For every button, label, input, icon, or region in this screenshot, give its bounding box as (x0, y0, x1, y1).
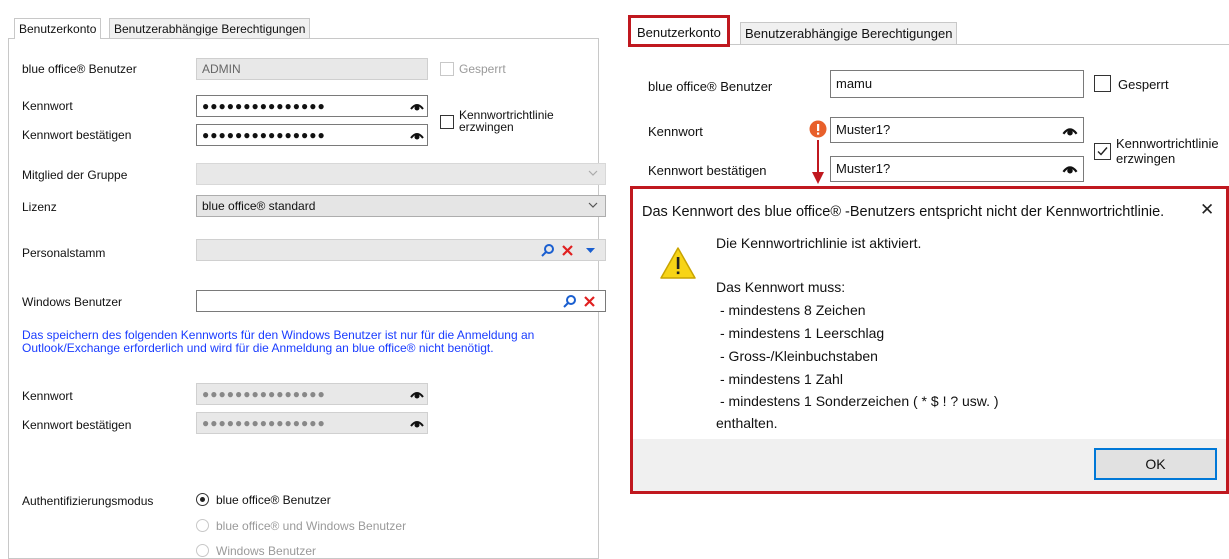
locked-checkbox[interactable] (1094, 75, 1111, 92)
confirm-label: Kennwort bestätigen (648, 163, 767, 178)
password-field[interactable]: ●●●●●●●●●●●●●●● (196, 95, 428, 117)
auth-option-label: blue office® Benutzer (216, 493, 331, 507)
user-field[interactable]: mamu (830, 70, 1084, 98)
group-label: Mitglied der Gruppe (22, 168, 128, 182)
tab-benutzerkonto-right[interactable]: Benutzerkonto (628, 15, 730, 47)
windows-user-field[interactable] (196, 290, 606, 312)
tab-berechtigungen-left[interactable]: Benutzerabhängige Berechtigungen (109, 18, 311, 39)
tab-berechtigungen-right[interactable]: Benutzerabhängige Berechtigungen (740, 22, 958, 45)
win-confirm-label: Kennwort bestätigen (22, 418, 132, 432)
locked-label: Gesperrt (459, 62, 506, 76)
clear-x-icon[interactable] (584, 296, 595, 307)
windows-user-label: Windows Benutzer (22, 295, 123, 309)
confirm-field[interactable]: Muster1? (830, 156, 1084, 182)
search-icon[interactable] (563, 294, 577, 308)
password-label: Kennwort (648, 124, 703, 139)
tab-benutzerkonto-left[interactable]: Benutzerkonto (14, 18, 102, 39)
chevron-down-icon (588, 170, 598, 176)
license-select[interactable]: blue office® standard (196, 195, 606, 217)
policy-checkbox[interactable] (440, 115, 454, 129)
password-field[interactable]: Muster1? (830, 117, 1084, 143)
locked-label: Gesperrt (1118, 77, 1169, 92)
dialog-line-must: Das Kennwort muss: (716, 279, 846, 295)
dialog-close-button[interactable]: ✕ (1200, 200, 1214, 220)
dialog-title: Das Kennwort des blue office® -Benutzers… (642, 204, 1165, 220)
win-password-field[interactable]: ●●●●●●●●●●●●●●● (196, 383, 428, 405)
personnel-label: Personalstamm (22, 246, 106, 260)
auth-radio-blueoffice[interactable] (196, 493, 209, 506)
dropdown-triangle-icon[interactable] (586, 248, 595, 254)
license-label: Lizenz (22, 200, 57, 214)
policy-label: Kennwortrichtlinie erzwingen (1116, 136, 1219, 166)
eye-icon[interactable] (1062, 125, 1078, 136)
dialog-rule: - Gross-/Kleinbuchstaben (720, 348, 878, 364)
policy-checkbox-checked[interactable] (1094, 143, 1111, 160)
auth-mode-label: Authentifizierungsmodus (22, 494, 154, 508)
eye-icon[interactable] (410, 130, 424, 140)
user-label: blue office® Benutzer (648, 79, 773, 94)
eye-icon[interactable] (410, 418, 424, 428)
dialog-rule: - mindestens 1 Zahl (720, 371, 843, 387)
user-label: blue office® Benutzer (22, 62, 137, 76)
dialog-rule: - mindestens 1 Leerschlag (720, 325, 885, 341)
confirm-label: Kennwort bestätigen (22, 128, 132, 142)
checkmark-icon (1097, 147, 1108, 156)
ok-button[interactable]: OK (1094, 448, 1217, 480)
auth-option-label: Windows Benutzer (216, 544, 317, 558)
eye-icon[interactable] (1062, 163, 1078, 174)
eye-icon[interactable] (410, 389, 424, 399)
confirm-field[interactable]: ●●●●●●●●●●●●●●● (196, 124, 428, 146)
clear-x-icon[interactable] (562, 245, 573, 256)
chevron-down-icon (588, 202, 598, 208)
arrow-annotation-icon (812, 140, 824, 184)
auth-radio-windows[interactable] (196, 544, 209, 557)
eye-icon[interactable] (410, 101, 424, 111)
search-icon[interactable] (541, 243, 555, 257)
dialog-rule: - mindestens 8 Zeichen (720, 302, 866, 318)
policy-label: Kennwortrichtlinie erzwingen (459, 108, 554, 134)
error-icon (809, 120, 827, 138)
auth-option-label: blue office® und Windows Benutzer (216, 519, 407, 533)
dialog-line-end: enthalten. (716, 415, 778, 431)
group-select[interactable] (196, 163, 606, 185)
user-field[interactable]: ADMIN (196, 58, 428, 80)
dialog-line-active: Die Kennwortrichlinie ist aktiviert. (716, 235, 922, 251)
dialog-rule: - mindestens 1 Sonderzeichen ( * $ ! ? u… (720, 393, 999, 409)
warning-icon (660, 247, 696, 279)
password-label: Kennwort (22, 99, 73, 113)
win-password-label: Kennwort (22, 389, 73, 403)
win-confirm-field[interactable]: ●●●●●●●●●●●●●●● (196, 412, 428, 434)
locked-checkbox[interactable] (440, 62, 454, 76)
auth-radio-blueoffice-windows[interactable] (196, 519, 209, 532)
windows-password-note: Das speichern des folgenden Kennworts fü… (22, 328, 535, 355)
